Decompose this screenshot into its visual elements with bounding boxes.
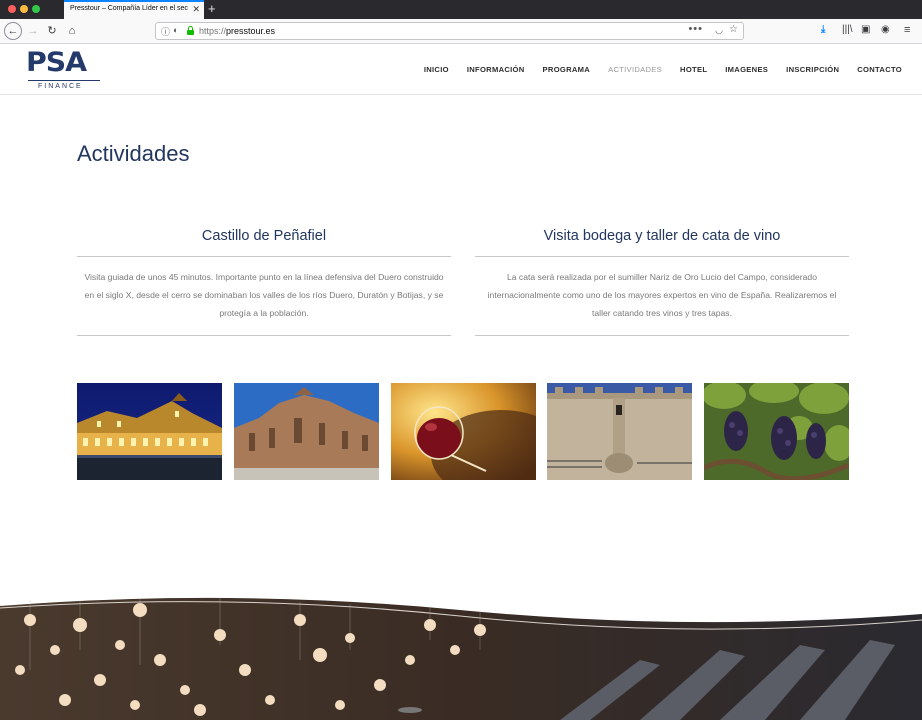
library-icon[interactable]: |||\ [842,24,853,36]
close-window-button[interactable] [8,5,16,13]
grape-vine-photo[interactable] [704,383,849,480]
activity-description: La cata será realizada por el sumiller N… [487,272,837,318]
menu-icon[interactable]: ≡ [904,24,910,36]
url-text[interactable]: https://presstour.es [199,26,275,36]
bookmark-star-icon[interactable]: ☆ [729,24,738,35]
browser-tab[interactable]: Presstour – Compañía Líder en el sec ✕ [64,0,204,19]
nav-item-informacion[interactable]: INFORMACIÓN [467,65,525,74]
maximize-window-button[interactable] [32,5,40,13]
activity-card: Visita bodega y taller de cata de vino L… [475,226,849,336]
home-icon[interactable]: ⌂ [64,23,80,39]
photo-gallery [77,383,849,480]
browser-tab-bar: Presstour – Compañía Líder en el sec ✕ + [0,0,922,19]
page-actions-icon[interactable]: ••• [688,23,703,35]
permissions-icon[interactable]: ◐ [173,25,178,35]
site-header: PSA FINANCE INICIO INFORMACIÓN PROGRAMA … [0,44,922,95]
new-tab-button[interactable]: + [208,1,216,16]
stone-church-photo[interactable] [234,383,379,480]
back-icon[interactable]: ← [4,22,22,40]
pocket-icon[interactable]: ◡ [715,25,723,36]
tab-close-icon[interactable]: ✕ [192,5,200,14]
nav-item-hotel[interactable]: HOTEL [680,65,707,74]
nav-item-inscripcion[interactable]: INSCRIPCIÓN [786,65,839,74]
logo-sub: FINANCE [38,83,83,90]
main-nav: INICIO INFORMACIÓN PROGRAMA ACTIVIDADES … [406,65,902,74]
minimize-window-button[interactable] [20,5,28,13]
nav-item-inicio[interactable]: INICIO [424,65,449,74]
castle-tower-photo[interactable] [547,383,692,480]
forward-icon[interactable]: → [25,23,41,39]
logo-divider [28,80,100,81]
divider [475,335,849,336]
account-icon[interactable]: ◉ [881,24,890,36]
nav-item-imagenes[interactable]: IMAGENES [725,65,768,74]
download-icon[interactable]: ⤓ [821,24,825,36]
nav-item-actividades[interactable]: ACTIVIDADES [608,65,662,74]
activity-card: Castillo de Peñafiel Visita guiada de un… [77,226,451,336]
wine-glass-photo[interactable] [391,383,536,480]
lock-icon[interactable] [187,26,194,35]
footer-chandelier-image [0,593,922,720]
activity-title: Castillo de Peñafiel [201,228,327,244]
info-icon[interactable]: ⓘ [161,25,170,38]
tab-title: Presstour – Compañía Líder en el sec [70,5,188,12]
nav-item-programa[interactable]: PROGRAMA [543,65,591,74]
logo-brand: PSA [26,47,87,78]
sidebar-icon[interactable]: ▣ [861,24,870,36]
divider [77,335,451,336]
page-title: Actividades [77,141,190,166]
psa-finance-logo[interactable]: PSA FINANCE [26,49,102,93]
activity-title: Visita bodega y taller de cata de vino [543,228,781,244]
activity-description: Visita guiada de unos 45 minutos. Import… [84,272,444,318]
browser-toolbar: ← → ↻ ⌂ ⓘ ◐ https://presstour.es ••• ◡ ☆… [0,19,922,44]
hotel-night-photo[interactable] [77,383,222,480]
url-bar[interactable]: ⓘ ◐ https://presstour.es ••• ◡ ☆ [155,22,744,40]
reload-icon[interactable]: ↻ [44,23,60,39]
footer-banner [0,590,922,720]
nav-item-contacto[interactable]: CONTACTO [857,65,902,74]
